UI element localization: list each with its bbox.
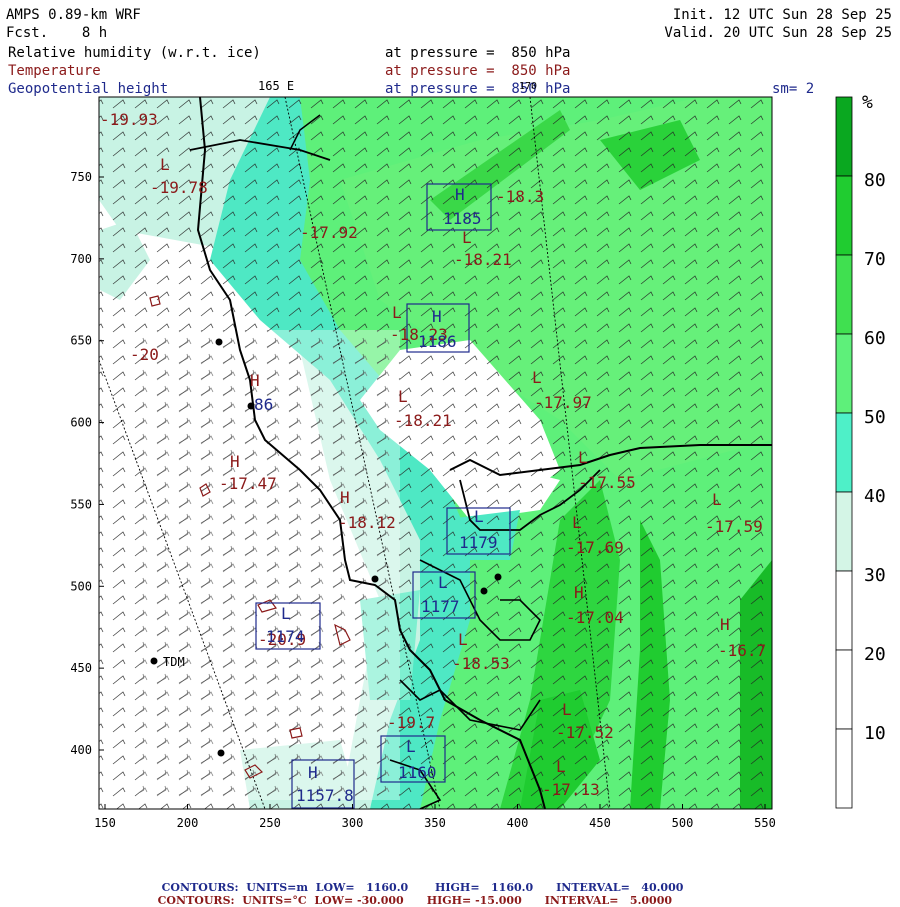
- colorbar-segment: [835, 96, 853, 177]
- temp-label: -17.04: [566, 608, 624, 627]
- colorbar-segment: [835, 491, 853, 572]
- x-tick-label: 350: [424, 816, 446, 830]
- temp-label: -19.93: [100, 110, 158, 129]
- height-label: 1185: [443, 209, 482, 228]
- y-tick-label: 650: [70, 334, 92, 348]
- footer-high: HIGH= -15.000: [426, 894, 522, 907]
- y-tick-label: 400: [70, 743, 92, 757]
- low-mark: L: [556, 757, 566, 776]
- temp-label: -17.47: [219, 474, 277, 493]
- temp-label: -18.53: [452, 654, 510, 673]
- temp-label: -18.21: [394, 411, 452, 430]
- high-mark: H: [340, 488, 350, 507]
- x-tick-label: 150: [94, 816, 116, 830]
- low-mark: L: [458, 630, 468, 649]
- height-label: 1186: [418, 332, 457, 351]
- height-label: 86: [254, 395, 273, 414]
- temp-label: -19.78: [150, 178, 208, 197]
- height-label: 1174: [266, 627, 305, 646]
- colorbar-label: 50: [864, 407, 886, 428]
- x-tick-label: 550: [754, 816, 776, 830]
- high-mark: H: [574, 583, 584, 602]
- low-mark: L: [572, 513, 582, 532]
- high-mark: H: [720, 615, 730, 634]
- height-label: 1157.8: [296, 786, 354, 805]
- height-mark: L: [438, 573, 448, 592]
- height-mark: H: [455, 185, 465, 204]
- y-tick-label: 450: [70, 661, 92, 675]
- x-tick-label: 200: [177, 816, 199, 830]
- height-mark: L: [474, 507, 484, 526]
- high-mark: H: [230, 452, 240, 471]
- temp-label: -17.92: [300, 223, 358, 242]
- colorbar-segment: [835, 649, 853, 730]
- colorbar-label: 10: [864, 723, 886, 744]
- colorbar-segment: [835, 333, 853, 414]
- low-mark: L: [532, 368, 542, 387]
- height-label: 1177: [421, 597, 460, 616]
- height-label: 1179: [459, 533, 498, 552]
- height-mark: L: [406, 737, 416, 756]
- colorbar-label: 60: [864, 328, 886, 349]
- station-label-tdm: TDM: [163, 655, 185, 669]
- y-tick-label: 550: [70, 497, 92, 511]
- height-mark: H: [432, 307, 442, 326]
- colorbar: % 80 70 60 50 40 30 20 10: [835, 92, 886, 809]
- temp-label: -20: [130, 345, 159, 364]
- low-mark: L: [462, 228, 472, 247]
- footer-interval: INTERVAL= 5.0000: [544, 894, 673, 907]
- colorbar-label: 20: [864, 644, 886, 665]
- temp-label: -18.3: [496, 187, 544, 206]
- low-mark: L: [578, 448, 588, 467]
- colorbar-label: 40: [864, 486, 886, 507]
- x-tick-label: 400: [507, 816, 529, 830]
- temp-label: -18.21: [454, 250, 512, 269]
- low-mark: L: [712, 490, 722, 509]
- height-mark: H: [308, 763, 318, 782]
- humidity-field: [99, 97, 772, 809]
- height-mark: L: [281, 604, 291, 623]
- temp-label: -17.52: [556, 723, 614, 742]
- low-mark: L: [160, 155, 170, 174]
- colorbar-segment: [835, 254, 853, 335]
- low-mark: L: [392, 303, 402, 322]
- low-mark: L: [562, 700, 572, 719]
- map-plot: % 80 70 60 50 40 30 20 10 150 200 250 300 350 400 450 5…: [70, 92, 886, 830]
- temp-label: -17.13: [542, 780, 600, 799]
- footer-contours-prefix: CONTOURS:: [157, 894, 235, 907]
- temp-label: -16.7: [718, 641, 766, 660]
- colorbar-label: 70: [864, 249, 886, 270]
- colorbar-segment: [835, 175, 853, 256]
- y-tick-label: 750: [70, 170, 92, 184]
- temp-label: -17.69: [566, 538, 624, 557]
- colorbar-segment: [835, 412, 853, 493]
- temp-label: -17.55: [578, 473, 636, 492]
- x-tick-label: 250: [259, 816, 281, 830]
- low-mark: L: [398, 387, 408, 406]
- high-mark: H: [250, 371, 260, 390]
- colorbar-segment: [835, 570, 853, 651]
- footer-units: UNITS=°C: [242, 894, 307, 907]
- temp-label: -18.12: [338, 513, 396, 532]
- x-tick-label: 450: [589, 816, 611, 830]
- footer-low: LOW= -30.000: [314, 894, 404, 907]
- temp-label: -17.59: [705, 517, 763, 536]
- temp-label: -19.7: [387, 713, 435, 732]
- x-tick-label: 500: [672, 816, 694, 830]
- colorbar-label: 80: [864, 170, 886, 191]
- footer-line-temperature: CONTOURS: UNITS=°C LOW= -30.000 HIGH= -1…: [150, 881, 672, 907]
- y-tick-label: 700: [70, 252, 92, 266]
- colorbar-unit: %: [862, 92, 873, 113]
- temp-label: -17.97: [534, 393, 592, 412]
- height-label: 1160: [398, 763, 437, 782]
- colorbar-label: 30: [864, 565, 886, 586]
- colorbar-segment: [835, 728, 853, 809]
- y-tick-label: 500: [70, 579, 92, 593]
- y-tick-label: 600: [70, 416, 92, 430]
- x-tick-label: 300: [342, 816, 364, 830]
